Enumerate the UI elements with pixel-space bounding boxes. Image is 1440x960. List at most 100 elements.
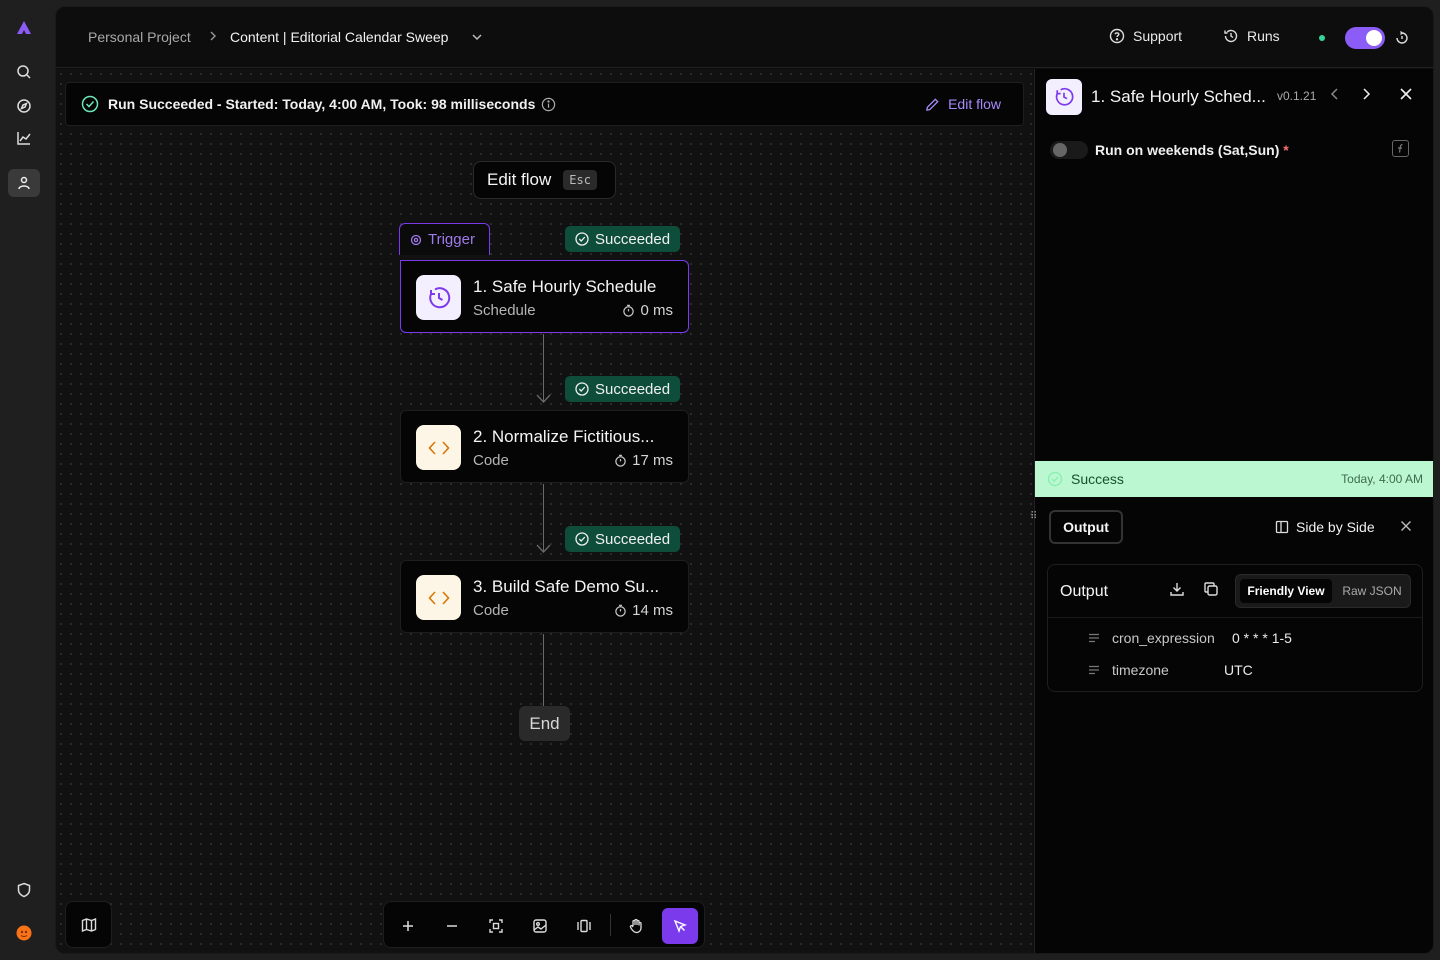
weekend-label: Run on weekends (Sat,Sun) *: [1095, 142, 1289, 158]
minimap-button[interactable]: [65, 901, 112, 948]
history-icon: [1224, 29, 1238, 43]
connector-line: [543, 334, 544, 402]
chevron-right-icon[interactable]: [1360, 87, 1372, 106]
step-duration: 0 ms: [622, 302, 673, 319]
version-label[interactable]: v0.1.21: [1277, 89, 1316, 103]
esc-shortcut: Esc: [563, 170, 597, 190]
output-tab[interactable]: Output: [1049, 510, 1123, 544]
status-dot: [1319, 35, 1325, 41]
support-label: Support: [1133, 28, 1183, 44]
step-node-2[interactable]: 2. Normalize Fictitious... Code 17 ms: [400, 410, 689, 483]
breadcrumb-separator-icon: [207, 29, 219, 45]
panel-title: 1. Safe Hourly Sched...: [1091, 87, 1266, 106]
check-circle-icon: [575, 232, 589, 246]
user-icon[interactable]: [8, 169, 40, 197]
step-status-badge: Succeeded: [565, 226, 681, 252]
field-lines-icon: [1089, 665, 1099, 675]
field-key: cron_expression: [1112, 630, 1215, 646]
close-output-icon[interactable]: [1400, 519, 1412, 537]
required-marker: *: [1283, 142, 1289, 158]
step-node-3[interactable]: 3. Build Safe Demo Su... Code 14 ms: [400, 560, 689, 633]
support-button[interactable]: Support: [1109, 28, 1182, 44]
edit-flow-link[interactable]: Edit flow: [925, 96, 1001, 112]
check-circle-icon: [81, 95, 99, 113]
trigger-label: Trigger: [428, 231, 475, 248]
step-status-badge: Succeeded: [565, 526, 681, 552]
output-card: Output Friendly View Raw JSON cron_expre…: [1047, 564, 1423, 692]
copy-icon[interactable]: [1203, 581, 1219, 602]
logo-icon[interactable]: [8, 14, 40, 42]
close-icon[interactable]: [1399, 87, 1413, 106]
trigger-tab: Trigger: [399, 223, 490, 255]
dynamic-value-icon[interactable]: [1392, 140, 1409, 157]
output-field-row: timezone UTC: [1088, 662, 1253, 678]
weekend-label-text: Run on weekends (Sat,Sun): [1095, 142, 1280, 158]
field-value: 0 * * * 1-5: [1232, 630, 1292, 646]
chart-icon[interactable]: [8, 124, 40, 152]
chevron-down-icon[interactable]: [470, 30, 484, 47]
side-by-side-label: Side by Side: [1296, 519, 1375, 535]
plus-icon[interactable]: [390, 908, 426, 944]
duration-text: 14 ms: [632, 602, 673, 619]
step-title: 2. Normalize Fictitious...: [473, 427, 655, 446]
flow-canvas[interactable]: Run Succeeded - Started: Today, 4:00 AM,…: [56, 69, 1033, 953]
arrow-down-icon: [536, 394, 551, 403]
clock-icon: [416, 275, 461, 320]
image-export-icon[interactable]: [522, 908, 558, 944]
top-bar: Personal Project Content | Editorial Cal…: [56, 7, 1433, 68]
breadcrumb-project[interactable]: Personal Project: [88, 29, 191, 45]
raw-json-tab[interactable]: Raw JSON: [1336, 579, 1408, 603]
help-icon: [1109, 28, 1125, 44]
edit-flow-label: Edit flow: [948, 96, 1001, 112]
code-icon: [416, 575, 461, 620]
code-icon: [416, 425, 461, 470]
step-details-panel: 1. Safe Hourly Sched... v0.1.21 Run on w…: [1030, 69, 1433, 953]
runs-button[interactable]: Runs: [1223, 28, 1280, 44]
status-text: Succeeded: [595, 380, 671, 398]
step-node-1[interactable]: 1. Safe Hourly Schedule Schedule 0 ms: [400, 260, 689, 333]
step-duration: 17 ms: [614, 452, 673, 469]
compass-icon[interactable]: [8, 92, 40, 120]
connector-line: [543, 634, 544, 706]
step-title: 3. Build Safe Demo Su...: [473, 577, 660, 596]
breadcrumb-flow-name[interactable]: Content | Editorial Calendar Sweep: [230, 29, 448, 45]
fit-view-icon[interactable]: [478, 908, 514, 944]
minus-icon[interactable]: [434, 908, 470, 944]
flow-enabled-toggle[interactable]: [1345, 27, 1385, 49]
resize-handle-icon[interactable]: ⠿: [1030, 511, 1037, 522]
check-circle-icon: [1047, 471, 1063, 487]
run-success-bar: Success Today, 4:00 AM: [1035, 461, 1433, 497]
map-icon: [81, 917, 96, 932]
view-mode-switch: Friendly View Raw JSON: [1235, 574, 1411, 608]
publish-icon[interactable]: [1394, 29, 1410, 50]
success-timestamp: Today, 4:00 AM: [1341, 472, 1423, 486]
hand-icon[interactable]: [618, 908, 654, 944]
pencil-icon: [926, 97, 939, 111]
output-field-row: cron_expression 0 * * * 1-5: [1088, 630, 1292, 646]
friendly-view-tab[interactable]: Friendly View: [1240, 579, 1332, 603]
weekend-toggle[interactable]: [1050, 141, 1088, 159]
pointer-icon[interactable]: [662, 908, 698, 944]
step-title: 1. Safe Hourly Schedule: [473, 277, 657, 296]
avatar[interactable]: [8, 919, 40, 947]
timer-icon: [623, 304, 635, 317]
layout-icon[interactable]: [566, 908, 602, 944]
download-icon[interactable]: [1169, 581, 1185, 602]
status-text: Succeeded: [595, 530, 671, 548]
edit-flow-pill-label: Edit flow: [487, 170, 552, 189]
connector-line: [543, 484, 544, 552]
side-by-side-button[interactable]: Side by Side: [1275, 519, 1375, 535]
edit-flow-pill[interactable]: Edit flow Esc: [473, 161, 616, 199]
canvas-toolbar: [383, 901, 705, 948]
output-heading: Output: [1060, 583, 1109, 600]
success-label: Success: [1071, 471, 1124, 487]
info-icon[interactable]: [541, 97, 556, 112]
check-circle-icon: [575, 382, 589, 396]
step-status-badge: Succeeded: [565, 376, 681, 402]
left-rail: [0, 0, 48, 960]
check-circle-icon: [575, 532, 589, 546]
shield-icon[interactable]: [8, 876, 40, 904]
duration-text: 17 ms: [632, 452, 673, 469]
search-icon[interactable]: [8, 58, 40, 86]
chevron-left-icon[interactable]: [1329, 87, 1341, 106]
